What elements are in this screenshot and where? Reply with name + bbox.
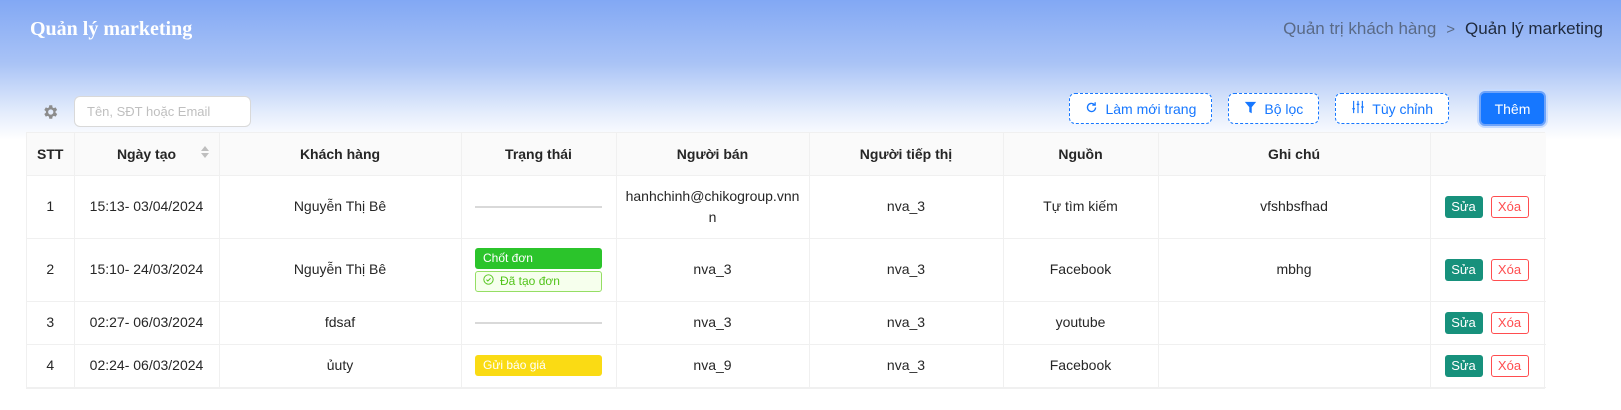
breadcrumb-parent-link[interactable]: Quản trị khách hàng (1283, 19, 1436, 39)
column-header-customer: Khách hàng (219, 133, 462, 176)
cell-source: Facebook (1003, 344, 1159, 388)
column-header-source: Nguồn (1003, 133, 1159, 176)
sort-icon[interactable] (200, 146, 209, 158)
table-row: 2 15:10- 24/03/2024 Nguyễn Thị Bê Chốt đ… (27, 238, 1546, 302)
gear-icon[interactable] (40, 102, 60, 122)
cell-source: youtube (1003, 301, 1159, 345)
cell-customer: fdsaf (219, 301, 462, 345)
table-row: 1 15:13- 03/04/2024 Nguyễn Thị Bê hanhch… (27, 175, 1546, 239)
cell-actions: Sửa Xóa (1430, 175, 1546, 239)
cell-note (1158, 301, 1431, 345)
column-header-status: Trạng thái (461, 133, 617, 176)
edit-button[interactable]: Sửa (1444, 195, 1483, 218)
cell-stt: 1 (27, 175, 75, 239)
edit-button[interactable]: Sửa (1444, 354, 1483, 377)
refresh-button-label: Làm mới trang (1105, 100, 1197, 117)
delete-button[interactable]: Xóa (1490, 258, 1529, 281)
cell-marketer: nva_3 (809, 238, 1004, 302)
cell-customer: ủuty (219, 344, 462, 388)
edit-button[interactable]: Sửa (1444, 311, 1483, 334)
filter-button-label: Bộ lọc (1264, 100, 1304, 117)
cell-status: Gửi báo giá (461, 344, 617, 388)
cell-actions: Sửa Xóa (1430, 301, 1546, 345)
status-tag-order-created: Đã tạo đơn (475, 270, 602, 292)
filter-icon (1244, 101, 1257, 117)
refresh-button[interactable]: Làm mới trang (1069, 93, 1213, 124)
filter-button[interactable]: Bộ lọc (1228, 93, 1320, 124)
cell-created: 02:27- 06/03/2024 (74, 301, 220, 345)
customize-button-label: Tùy chỉnh (1372, 100, 1433, 117)
table-header-row: STT Ngày tạo Khách hàng Trạng thái Người… (27, 133, 1546, 176)
breadcrumb: Quản trị khách hàng > Quản lý marketing (1283, 19, 1603, 39)
breadcrumb-separator: > (1446, 20, 1456, 38)
search-input[interactable] (74, 96, 251, 127)
column-header-note: Ghi chú (1158, 133, 1431, 176)
cell-actions: Sửa Xóa (1430, 238, 1546, 302)
cell-created: 02:24- 06/03/2024 (74, 344, 220, 388)
status-empty-line (475, 205, 602, 208)
cell-customer: Nguyễn Thị Bê (219, 238, 462, 302)
refresh-icon (1085, 101, 1098, 117)
delete-button[interactable]: Xóa (1490, 354, 1529, 377)
status-tag-closed-deal: Chốt đơn (475, 247, 602, 269)
sliders-icon (1351, 100, 1365, 117)
table-row: 3 02:27- 06/03/2024 fdsaf nva_3 nva_3 yo… (27, 301, 1546, 345)
cell-note: mbhg (1158, 238, 1431, 302)
toolbar-right: Làm mới trang Bộ lọc Tùy chỉnh (1069, 93, 1449, 124)
column-header-created-label: Ngày tạo (116, 145, 177, 162)
cell-seller: nva_3 (616, 238, 810, 302)
column-header-created[interactable]: Ngày tạo (74, 133, 220, 176)
status-tag-quote-sent: Gửi báo giá (475, 355, 602, 376)
cell-stt: 4 (27, 344, 75, 388)
delete-button[interactable]: Xóa (1490, 311, 1529, 334)
cell-status (461, 175, 617, 239)
edit-button[interactable]: Sửa (1444, 258, 1483, 281)
cell-seller: hanhchinh@chikogroup.vnnn (616, 175, 810, 239)
column-header-seller: Người bán (616, 133, 810, 176)
table-row: 4 02:24- 06/03/2024 ủuty Gửi báo giá nva… (27, 344, 1546, 388)
cell-marketer: nva_3 (809, 175, 1004, 239)
cell-customer: Nguyễn Thị Bê (219, 175, 462, 239)
cell-seller: nva_9 (616, 344, 810, 388)
cell-source: Facebook (1003, 238, 1159, 302)
check-circle-icon (483, 271, 494, 292)
cell-seller: nva_3 (616, 301, 810, 345)
cell-note (1158, 344, 1431, 388)
cell-stt: 3 (27, 301, 75, 345)
cell-created: 15:10- 24/03/2024 (74, 238, 220, 302)
toolbar-left (40, 96, 251, 127)
cell-marketer: nva_3 (809, 344, 1004, 388)
cell-created: 15:13- 03/04/2024 (74, 175, 220, 239)
cell-status (461, 301, 617, 345)
cell-status: Chốt đơn Đã tạo đơn (461, 238, 617, 302)
column-header-actions (1430, 133, 1546, 176)
add-button[interactable]: Thêm (1479, 91, 1546, 126)
customize-button[interactable]: Tùy chỉnh (1335, 93, 1449, 124)
column-header-stt: STT (27, 133, 75, 176)
column-header-marketer: Người tiếp thị (809, 133, 1004, 176)
breadcrumb-current: Quản lý marketing (1465, 19, 1603, 38)
marketing-table: STT Ngày tạo Khách hàng Trạng thái Người… (26, 132, 1546, 389)
cell-note: vfshbsfhad (1158, 175, 1431, 239)
page-title: Quản lý marketing (30, 18, 193, 40)
delete-button[interactable]: Xóa (1490, 195, 1529, 218)
status-tag-order-created-label: Đã tạo đơn (500, 273, 560, 288)
cell-source: Tự tìm kiếm (1003, 175, 1159, 239)
cell-stt: 2 (27, 238, 75, 302)
cell-actions: Sửa Xóa (1430, 344, 1546, 388)
cell-marketer: nva_3 (809, 301, 1004, 345)
status-empty-line (475, 321, 602, 324)
